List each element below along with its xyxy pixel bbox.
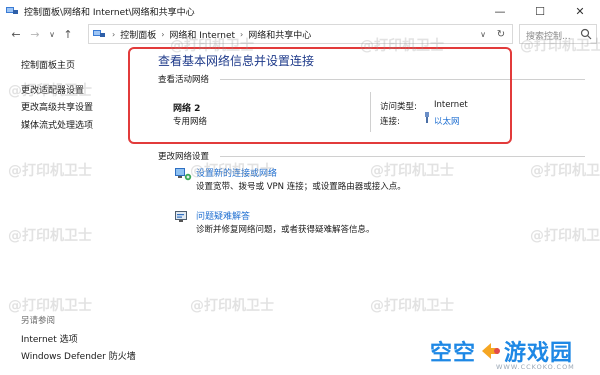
address-dropdown-button[interactable]: ∨ — [476, 25, 490, 43]
back-button[interactable]: ← — [8, 26, 24, 42]
address-bar-icon — [93, 29, 105, 39]
breadcrumb-separator[interactable]: › — [161, 30, 164, 39]
troubleshoot-icon — [174, 209, 192, 225]
watermark: @打印机卫士 — [370, 298, 454, 314]
address-bar[interactable]: › 控制面板 › 网络和 Internet › 网络和共享中心 ∨ ↻ — [88, 24, 513, 44]
watermark: @打印机卫士 — [8, 163, 92, 179]
brand-url: WWW.CCKOKO.COM — [496, 363, 575, 371]
navigation-bar: ← → ∨ ↑ › 控制面板 › 网络和 Internet › 网络和共享中心 … — [0, 22, 600, 46]
brand-logo: 空空 游戏园 — [430, 336, 573, 366]
watermark: @打印机卫士 — [190, 163, 274, 179]
forward-button[interactable]: → — [27, 26, 43, 42]
see-also-caption: 另请参阅 — [21, 316, 56, 326]
watermark: @打印机卫士 — [520, 38, 600, 54]
breadcrumb-sharing-center[interactable]: 网络和共享中心 — [248, 28, 311, 41]
sidebar-item-control-panel-home[interactable]: 控制面板主页 — [21, 58, 75, 71]
breadcrumb-separator: › — [112, 29, 116, 39]
watermark: @打印机卫士 — [530, 228, 600, 244]
see-also-internet-options[interactable]: Internet 选项 — [21, 332, 78, 345]
brand-text-left: 空空 — [430, 341, 477, 366]
close-button[interactable]: ✕ — [560, 0, 600, 22]
maximize-button[interactable]: ☐ — [520, 0, 560, 22]
minimize-button[interactable]: — — [480, 0, 520, 22]
brand-mark-icon — [478, 340, 502, 362]
watermark: @打印机卫士 — [530, 163, 600, 179]
watermark: @打印机卫士 — [370, 163, 454, 179]
see-also-firewall[interactable]: Windows Defender 防火墙 — [21, 349, 136, 362]
sidebar-item-media-streaming[interactable]: 媒体流式处理选项 — [21, 118, 93, 131]
watermark: @打印机卫士 — [190, 298, 274, 314]
troubleshoot-link[interactable]: 问题疑难解答 — [196, 209, 250, 222]
network-center-icon — [6, 6, 18, 16]
section-divider — [220, 156, 585, 157]
watermark: @打印机卫士 — [8, 298, 92, 314]
watermark: @打印机卫士 — [360, 38, 444, 54]
up-button[interactable]: ↑ — [60, 26, 76, 42]
watermark: @打印机卫士 — [8, 83, 92, 99]
troubleshoot-desc: 诊断并修复网络问题，或者获得疑难解答信息。 — [196, 225, 375, 235]
refresh-button[interactable]: ↻ — [494, 25, 508, 43]
title-bar: 控制面板\网络和 Internet\网络和共享中心 — ☐ ✕ — [0, 0, 600, 22]
breadcrumb-control-panel[interactable]: 控制面板 — [120, 28, 156, 41]
recent-locations-button[interactable]: ∨ — [44, 26, 60, 42]
sidebar-item-advanced-sharing[interactable]: 更改高级共享设置 — [21, 100, 93, 113]
new-connection-desc: 设置宽带、拨号或 VPN 连接；或设置路由器或接入点。 — [196, 182, 406, 192]
highlight-annotation-box — [128, 47, 512, 144]
watermark: @打印机卫士 — [170, 38, 254, 54]
window-title: 控制面板\网络和 Internet\网络和共享中心 — [24, 7, 195, 18]
watermark: @打印机卫士 — [8, 228, 92, 244]
